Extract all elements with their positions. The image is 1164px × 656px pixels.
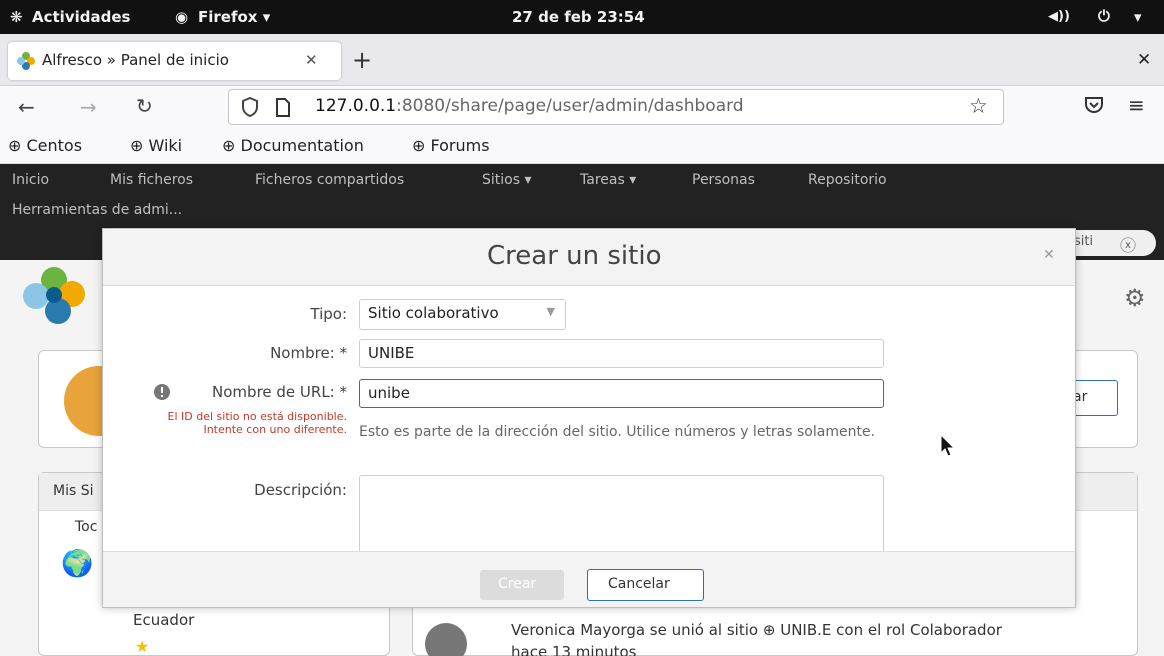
page-info-icon[interactable]	[275, 98, 291, 117]
search-text: siti	[1074, 234, 1094, 249]
mouse-cursor-icon	[940, 434, 956, 458]
menu-inicio[interactable]: Inicio	[12, 172, 49, 188]
description-label: Descripción:	[254, 481, 347, 499]
create-site-dialog: Crear un sitio ✕ Tipo: Sitio colaborativ…	[102, 228, 1076, 608]
activity-time: hace 13 minutos	[511, 643, 637, 656]
url-name-input[interactable]: unibe	[359, 379, 884, 408]
volume-icon[interactable]: ◀))	[1048, 9, 1070, 24]
back-arrow-icon[interactable]: ←	[18, 95, 35, 119]
activities-button[interactable]: Actividades	[32, 8, 130, 26]
cancel-button[interactable]: Cancelar	[587, 569, 704, 601]
site-globe-icon: 🌍	[61, 549, 94, 579]
pocket-icon[interactable]	[1084, 96, 1104, 114]
site-name-input[interactable]: UNIBE	[359, 339, 884, 368]
alfresco-favicon-icon	[16, 51, 36, 71]
bookmark-centos[interactable]: ⊕ Centos	[8, 136, 82, 155]
clock[interactable]: 27 de feb 23:54	[512, 8, 645, 26]
url-bar[interactable]: 127.0.0.1:8080/share/page/user/admin/das…	[228, 89, 1004, 125]
name-label: Nombre: *	[270, 344, 347, 362]
shield-icon[interactable]	[241, 97, 259, 117]
browser-tab[interactable]: Alfresco » Panel de inicio ✕	[8, 42, 341, 80]
close-tab-icon[interactable]: ✕	[305, 51, 318, 69]
site-globe-small-icon: ⊕	[762, 621, 776, 639]
activity-line: Veronica Mayorga se unió al sitio ⊕ UNIB…	[511, 621, 1002, 639]
hamburger-menu-icon[interactable]: ≡	[1128, 93, 1145, 117]
clear-search-icon[interactable]: ⓧ	[1120, 232, 1136, 256]
warning-icon	[153, 383, 171, 401]
reload-icon[interactable]: ↻	[136, 94, 153, 118]
settings-gear-icon[interactable]: ⚙	[1124, 284, 1146, 312]
alfresco-logo	[18, 264, 90, 326]
menu-mis-ficheros[interactable]: Mis ficheros	[110, 172, 193, 188]
firefox-icon: ◉	[175, 8, 189, 26]
favorite-star-icon[interactable]: ★	[135, 637, 149, 656]
bookmark-documentation[interactable]: ⊕ Documentation	[222, 136, 364, 155]
site-name-ecuador[interactable]: Ecuador	[133, 611, 194, 629]
app-menu-button[interactable]: Firefox ▾	[198, 8, 270, 26]
close-window-icon[interactable]: ✕	[1137, 50, 1151, 70]
site-type-select[interactable]: Sitio colaborativo ▼	[359, 299, 566, 330]
dialog-header: Crear un sitio ✕	[103, 229, 1075, 286]
dialog-title: Crear un sitio	[487, 241, 662, 271]
url-text[interactable]: 127.0.0.1:8080/share/page/user/admin/das…	[315, 96, 744, 116]
bookmark-wiki[interactable]: ⊕ Wiki	[130, 136, 182, 155]
type-label: Tipo:	[310, 305, 347, 323]
system-top-bar: ❋ Actividades ◉ Firefox ▾ 27 de feb 23:5…	[0, 0, 1164, 34]
create-button[interactable]: Crear	[480, 570, 564, 600]
menu-sitios[interactable]: Sitios ▾	[482, 172, 532, 188]
menu-ficheros-compartidos[interactable]: Ficheros compartidos	[255, 172, 404, 188]
user-avatar	[425, 623, 467, 656]
url-error-line-1: El ID del sitio no está disponible.	[167, 410, 347, 423]
menu-herramientas-admin[interactable]: Herramientas de admi...	[12, 202, 182, 218]
forward-arrow-icon[interactable]: →	[80, 95, 97, 119]
system-menu-chevron-down-icon[interactable]: ▾	[1134, 8, 1142, 26]
power-icon[interactable]: ⏻	[1098, 7, 1110, 25]
my-sites-filter[interactable]: Toc	[75, 519, 97, 535]
activity-site-link[interactable]: UNIB.E	[780, 621, 831, 639]
activities-icon[interactable]: ❋	[10, 8, 23, 26]
menu-personas[interactable]: Personas	[692, 172, 755, 188]
bookmark-star-icon[interactable]: ☆	[969, 94, 988, 118]
bookmark-forums[interactable]: ⊕ Forums	[412, 136, 490, 155]
new-tab-plus-icon[interactable]: +	[352, 46, 372, 74]
dialog-footer: Crear Cancelar	[103, 551, 1075, 607]
url-error-line-2: Intente con uno diferente.	[203, 423, 347, 436]
url-help-text: Esto es parte de la dirección del sitio.…	[359, 424, 876, 440]
tab-title: Alfresco » Panel de inicio	[42, 51, 229, 69]
menu-tareas[interactable]: Tareas ▾	[580, 172, 636, 188]
url-name-label: Nombre de URL: *	[212, 383, 347, 401]
dropdown-arrow-icon: ▼	[546, 305, 555, 318]
dialog-close-icon[interactable]: ✕	[1043, 247, 1055, 263]
menu-repositorio[interactable]: Repositorio	[808, 172, 887, 188]
